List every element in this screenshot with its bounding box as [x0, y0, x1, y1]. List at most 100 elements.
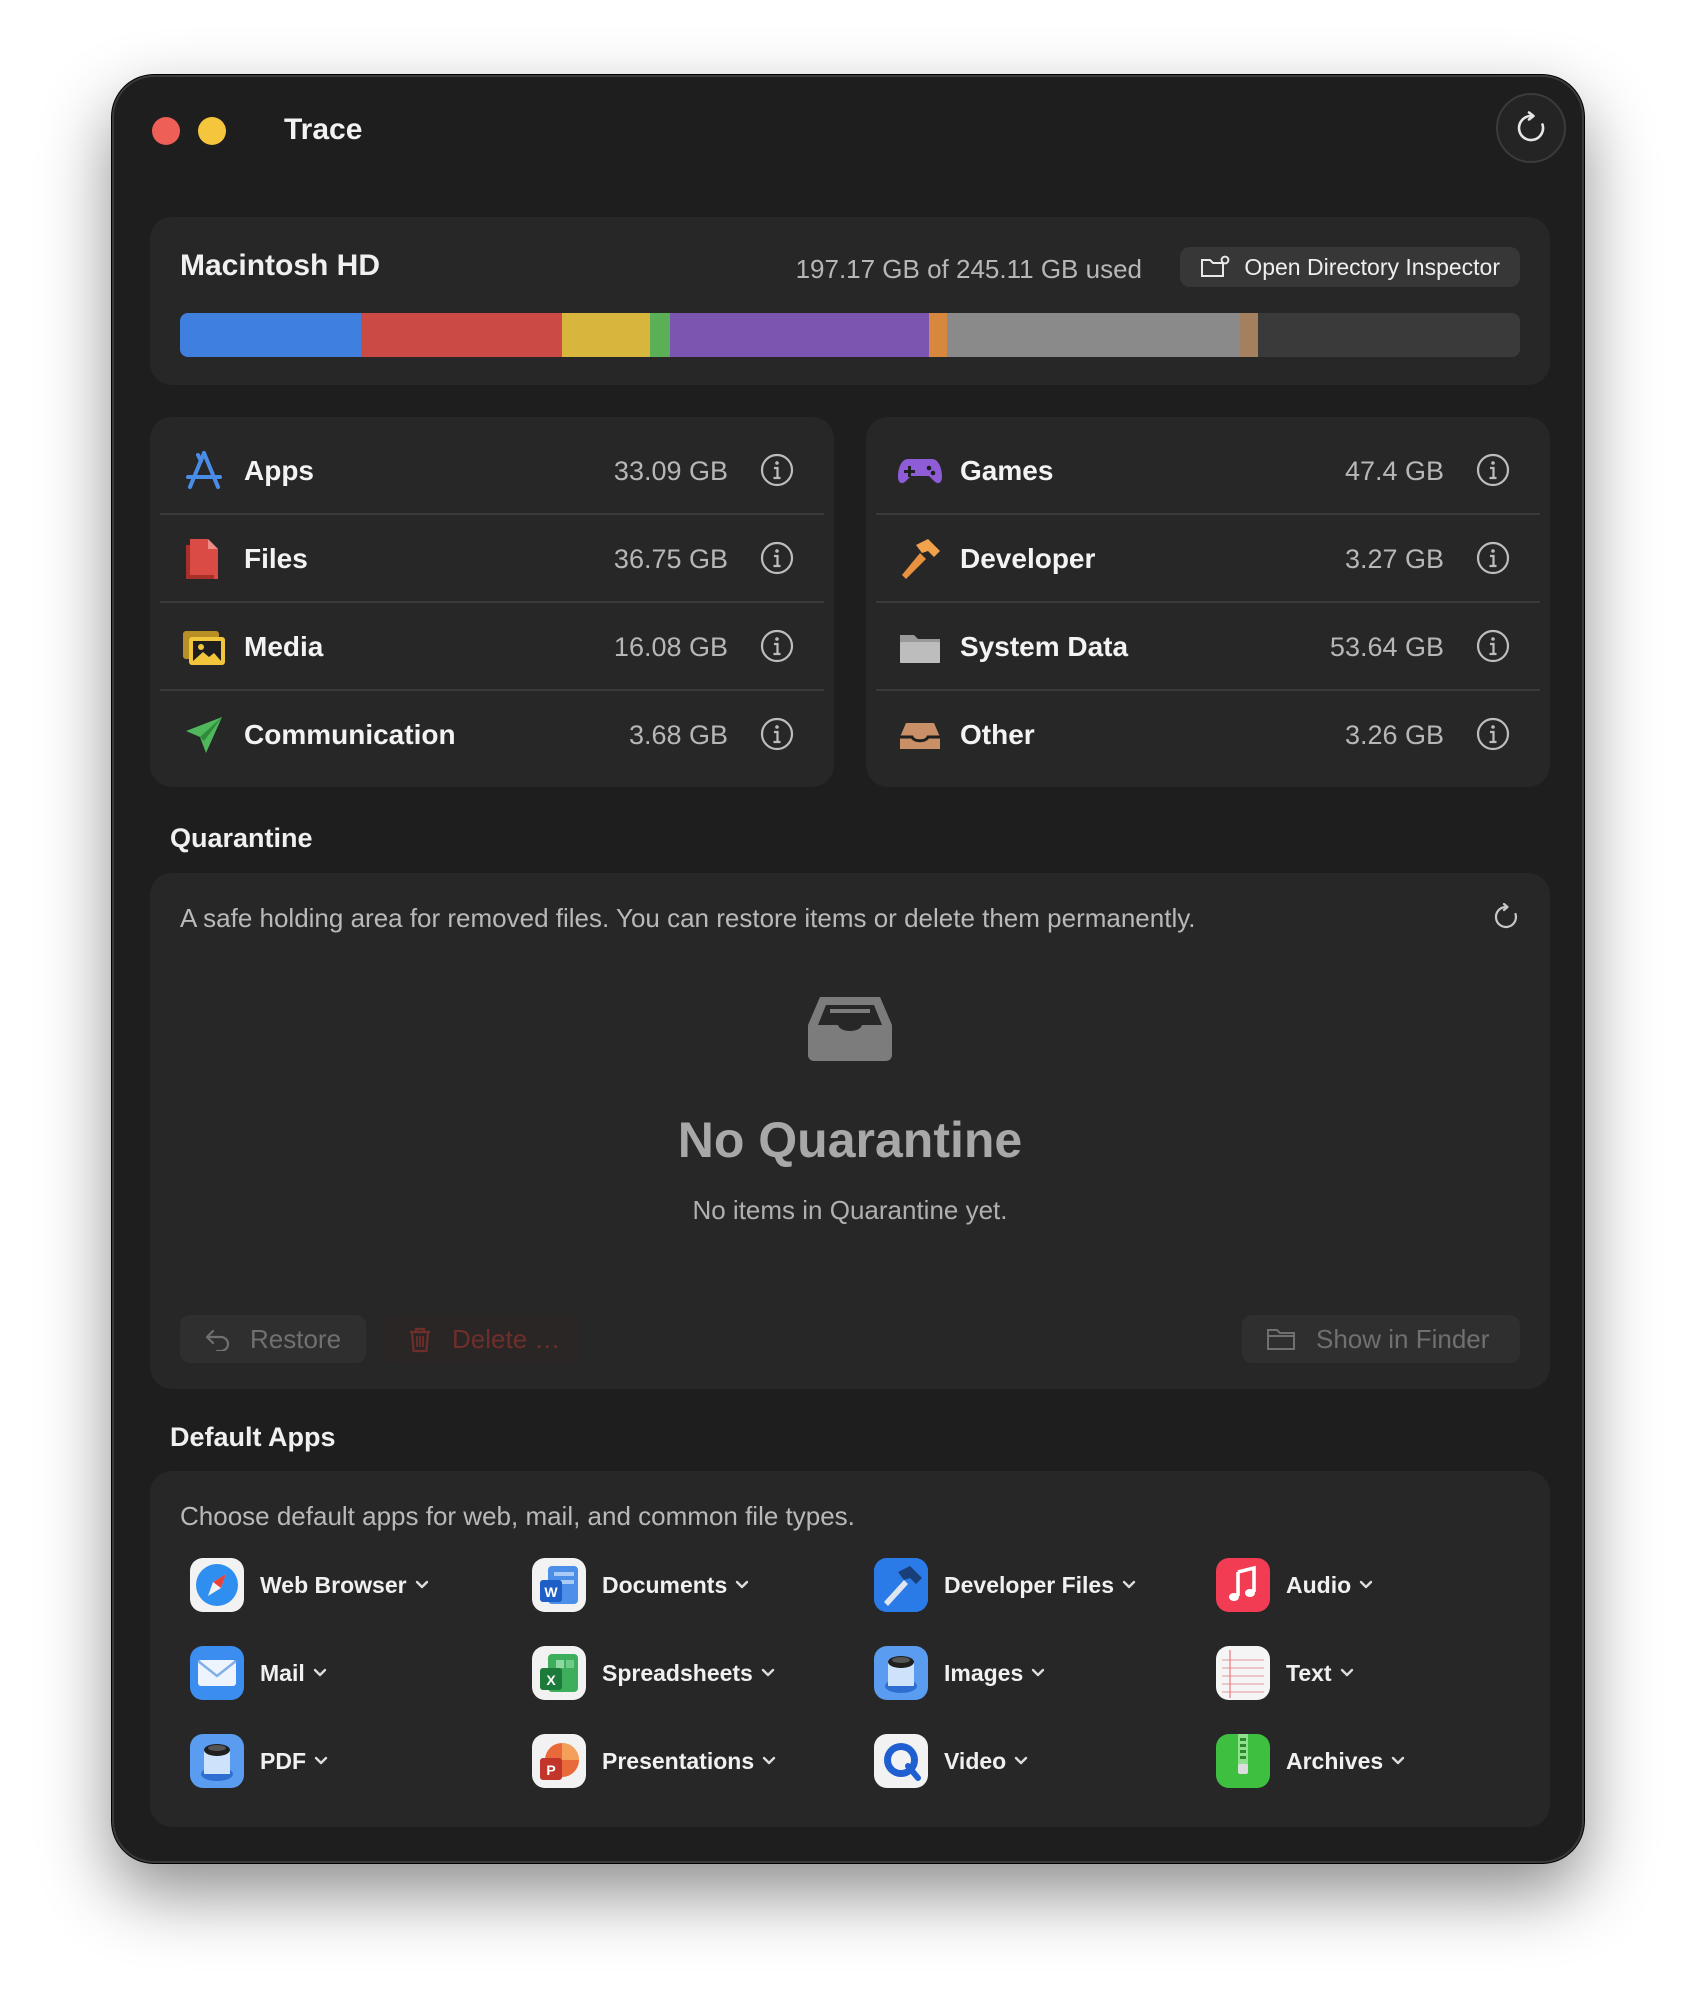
category-label: Media: [244, 631, 324, 662]
svg-text:W: W: [544, 1584, 558, 1600]
chevron-down-icon: [1359, 1580, 1373, 1589]
category-size: 3.27 GB: [1344, 544, 1444, 574]
usage-segment-developer: [928, 313, 947, 357]
category-size: 3.26 GB: [1344, 720, 1444, 750]
category-size: 47.4 GB: [1344, 456, 1444, 486]
category-label: System Data: [960, 631, 1129, 662]
show-in-finder-button[interactable]: Show in Finder: [1242, 1315, 1520, 1363]
category-size: 16.08 GB: [613, 632, 728, 662]
chevron-down-icon: [314, 1756, 328, 1765]
category-card-right: Games 47.4 GB Developer 3.27 GB System D…: [866, 417, 1550, 787]
default-app-label: Spreadsheets: [602, 1659, 753, 1686]
info-icon[interactable]: [1476, 541, 1510, 575]
info-icon[interactable]: [760, 629, 794, 663]
default-app-label: Audio: [1286, 1571, 1352, 1598]
quarantine-description: A safe holding area for removed files. Y…: [180, 903, 1196, 933]
delete-label: Delete …: [452, 1323, 561, 1354]
default-app-spreadsheets[interactable]: X Spreadsheets: [532, 1645, 775, 1701]
default-app-label: Images: [944, 1659, 1024, 1686]
music-icon: [1216, 1558, 1270, 1612]
default-apps-section-title: Default Apps: [170, 1422, 336, 1452]
info-icon[interactable]: [1476, 453, 1510, 487]
default-app-label: Text: [1286, 1659, 1332, 1686]
category-row-files[interactable]: Files 36.75 GB: [160, 515, 824, 603]
category-row-developer[interactable]: Developer 3.27 GB: [876, 515, 1540, 603]
chevron-down-icon: [313, 1668, 326, 1677]
preview-icon: [190, 1734, 244, 1788]
category-row-communication[interactable]: Communication 3.68 GB: [160, 691, 824, 779]
storage-usage-bar: [180, 313, 1520, 357]
info-icon[interactable]: [1476, 629, 1510, 663]
xcode-icon: [874, 1558, 928, 1612]
chevron-down-icon: [1391, 1756, 1405, 1765]
delete-button[interactable]: Delete …: [384, 1315, 580, 1363]
default-app-developer-files[interactable]: Developer Files: [874, 1557, 1136, 1613]
category-size: 36.75 GB: [613, 544, 728, 574]
titlebar: Trace: [114, 77, 1582, 187]
undo-arrow-icon: [205, 1329, 230, 1351]
folder-icon: [900, 635, 940, 663]
refresh-button[interactable]: [1496, 93, 1566, 163]
chevron-down-icon: [1122, 1580, 1136, 1589]
folder-badge-icon: [1201, 255, 1230, 277]
restore-label: Restore: [250, 1323, 342, 1354]
disk-usage-card: Macintosh HD 197.17 GB of 245.11 GB used…: [150, 217, 1550, 385]
default-app-presentations[interactable]: P Presentations: [532, 1733, 776, 1789]
default-app-audio[interactable]: Audio: [1216, 1557, 1373, 1613]
default-app-label: Web Browser: [260, 1571, 407, 1598]
category-card-left: Apps 33.09 GB Files 36.75 GB Media 16.08…: [150, 417, 834, 787]
default-app-mail[interactable]: Mail: [190, 1645, 327, 1701]
category-label: Games: [960, 455, 1054, 486]
refresh-icon[interactable]: [1492, 903, 1520, 931]
category-row-system-data[interactable]: System Data 53.64 GB: [876, 603, 1540, 691]
chevron-down-icon: [415, 1580, 428, 1589]
category-size: 53.64 GB: [1329, 632, 1444, 662]
paper-plane-icon: [186, 717, 222, 753]
default-app-video[interactable]: Video: [874, 1733, 1028, 1789]
show-in-finder-label: Show in Finder: [1316, 1323, 1490, 1354]
chevron-down-icon: [762, 1756, 776, 1765]
default-apps-card: Choose default apps for web, mail, and c…: [150, 1471, 1550, 1827]
inbox-tray-icon: [808, 997, 892, 1061]
open-directory-inspector-button[interactable]: Open Directory Inspector: [1180, 247, 1520, 287]
chevron-down-icon: [1340, 1668, 1353, 1677]
close-button[interactable]: [152, 117, 180, 145]
disk-usage-text: 197.17 GB of 245.11 GB used: [795, 254, 1142, 284]
usage-segment-files: [360, 313, 562, 357]
default-app-label: Developer Files: [944, 1571, 1115, 1598]
usage-segment-apps: [180, 313, 361, 357]
info-icon[interactable]: [760, 717, 794, 751]
svg-text:P: P: [546, 1762, 555, 1778]
default-app-documents[interactable]: W Documents: [532, 1557, 749, 1613]
safari-icon: [190, 1558, 244, 1612]
gamepad-icon: [898, 459, 942, 484]
usage-segment-other: [1240, 313, 1258, 357]
category-row-games[interactable]: Games 47.4 GB: [876, 427, 1540, 515]
category-row-other[interactable]: Other 3.26 GB: [876, 691, 1540, 779]
usage-segment-games: [669, 313, 929, 357]
restore-button[interactable]: Restore: [180, 1315, 366, 1363]
category-row-media[interactable]: Media 16.08 GB: [160, 603, 824, 691]
word-icon: W: [532, 1558, 586, 1612]
archive-utility-icon: [1216, 1734, 1270, 1788]
quarantine-section-title: Quarantine: [170, 823, 313, 853]
preview-icon: [874, 1646, 928, 1700]
info-icon[interactable]: [760, 541, 794, 575]
quicktime-icon: [874, 1734, 928, 1788]
tray-icon: [900, 723, 940, 749]
minimize-button[interactable]: [198, 117, 226, 145]
default-app-label: Presentations: [602, 1747, 755, 1774]
powerpoint-icon: P: [532, 1734, 586, 1788]
usage-segment-media: [561, 313, 650, 357]
quarantine-card: A safe holding area for removed files. Y…: [150, 873, 1550, 1389]
category-row-apps[interactable]: Apps 33.09 GB: [160, 427, 824, 515]
default-app-text[interactable]: Text: [1216, 1645, 1354, 1701]
default-app-images[interactable]: Images: [874, 1645, 1045, 1701]
default-app-pdf[interactable]: PDF: [190, 1733, 328, 1789]
svg-text:X: X: [546, 1672, 556, 1688]
default-app-web-browser[interactable]: Web Browser: [190, 1557, 429, 1613]
info-icon[interactable]: [1476, 717, 1510, 751]
category-size: 3.68 GB: [628, 720, 728, 750]
default-app-archives[interactable]: Archives: [1216, 1733, 1405, 1789]
info-icon[interactable]: [760, 453, 794, 487]
